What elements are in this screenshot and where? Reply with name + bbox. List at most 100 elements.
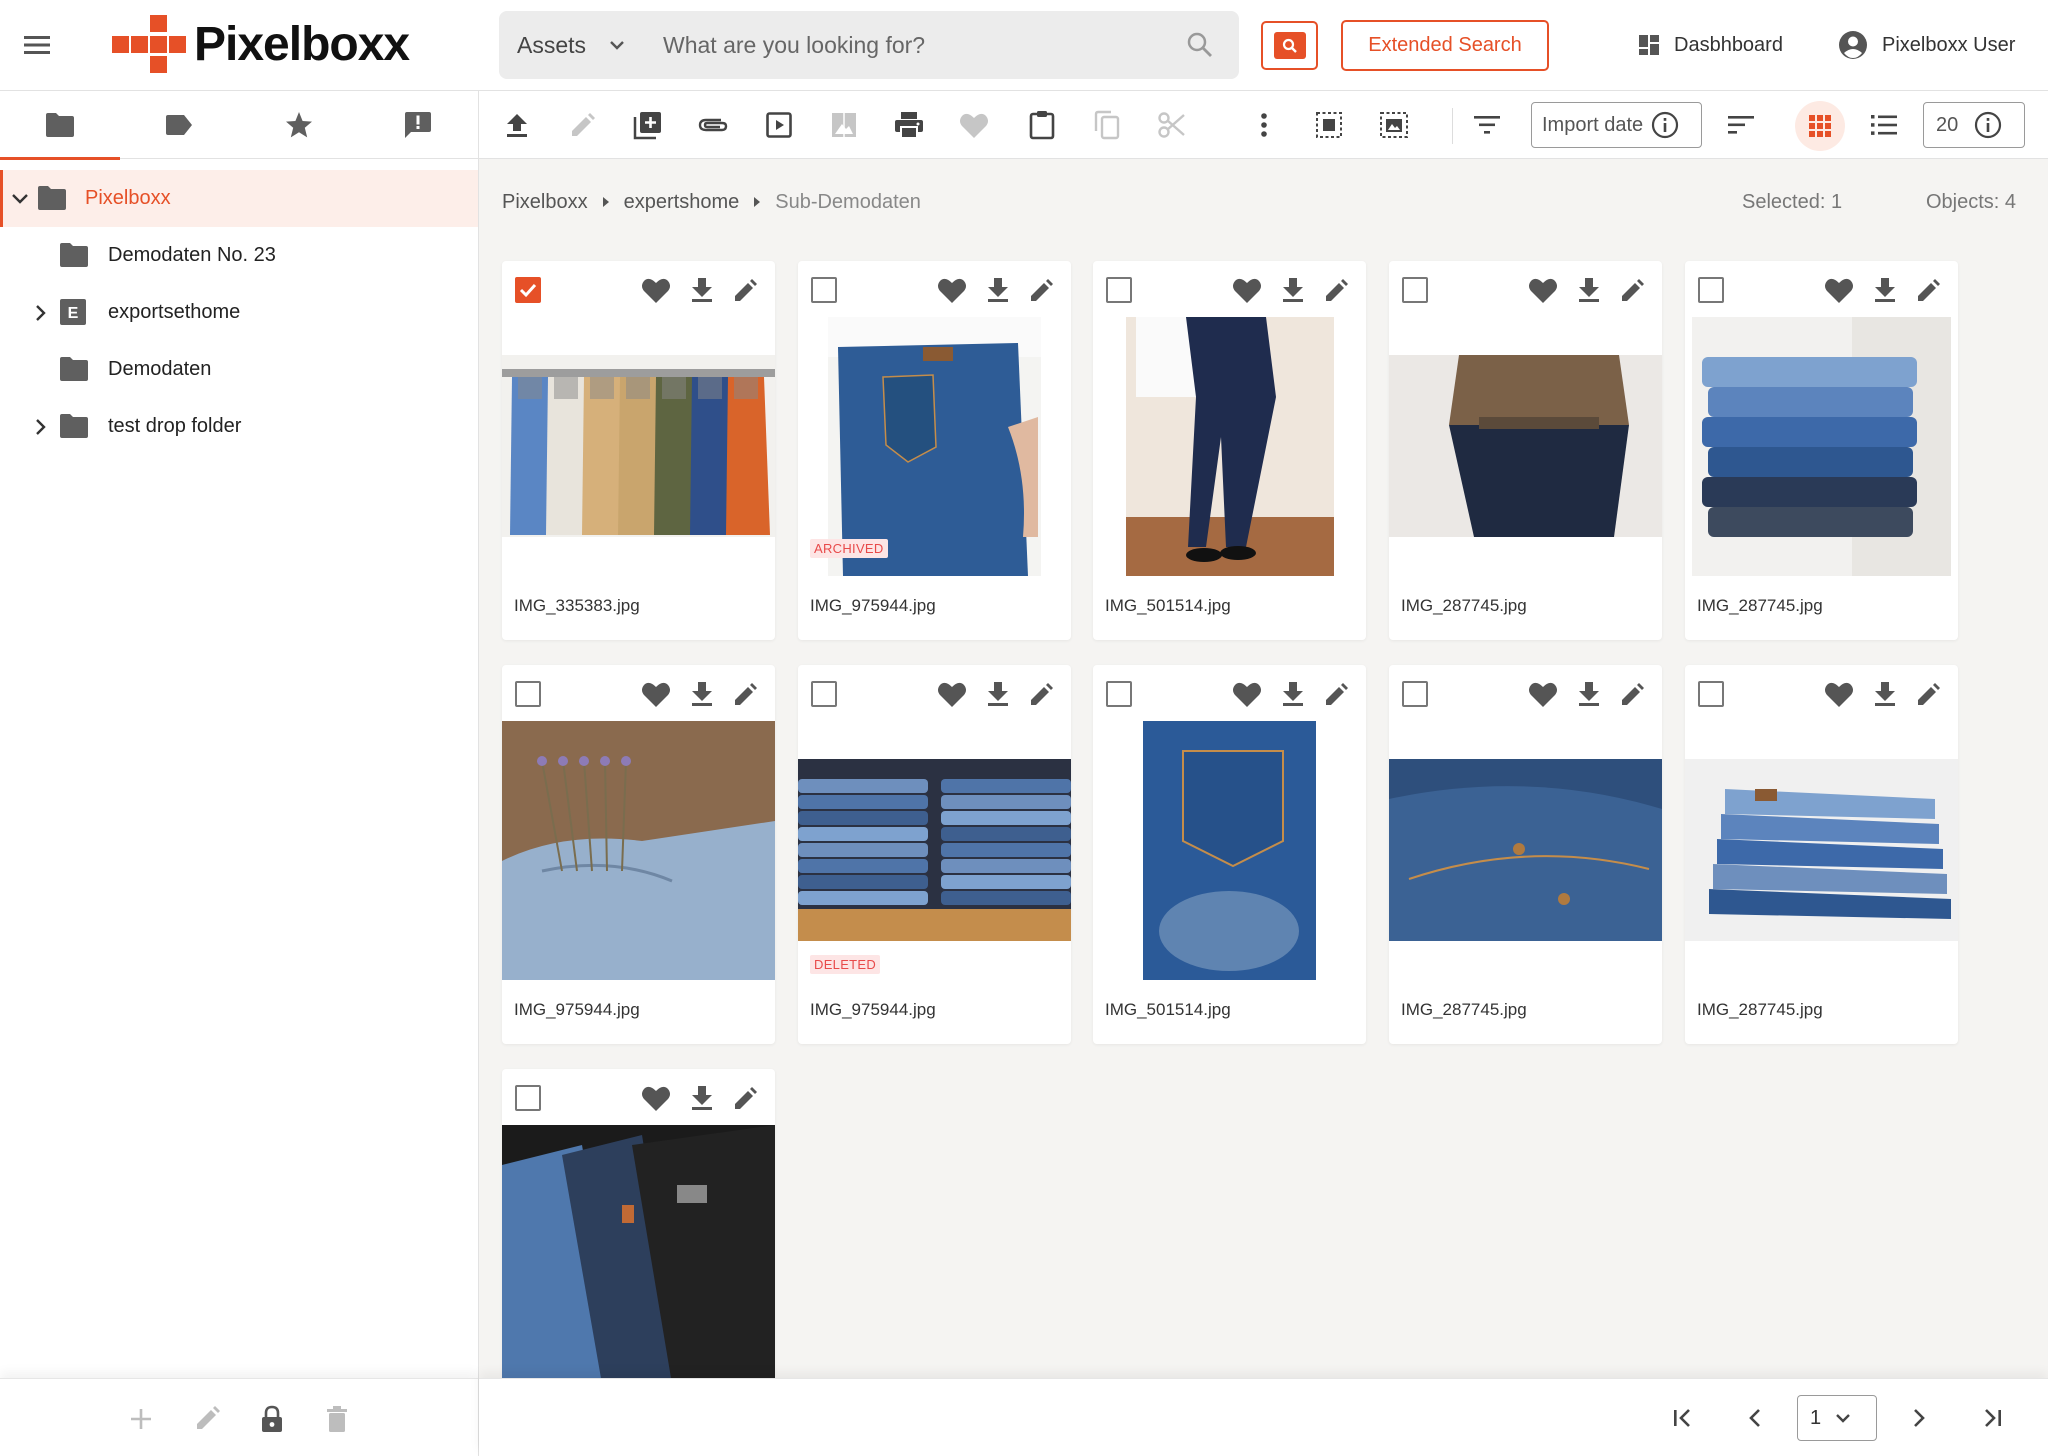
favorite-icon[interactable] xyxy=(937,679,967,709)
clipboard-icon[interactable] xyxy=(1025,108,1059,142)
edit-icon[interactable] xyxy=(566,108,600,142)
grid-view-toggle[interactable] xyxy=(1795,101,1845,151)
favorite-icon[interactable] xyxy=(641,275,671,305)
asset-checkbox[interactable] xyxy=(1698,681,1724,707)
delete-icon[interactable] xyxy=(322,1404,352,1434)
tree-item-pixelboxx[interactable]: Pixelboxx xyxy=(0,170,478,227)
favorite-icon[interactable] xyxy=(1824,275,1854,305)
asset-checkbox[interactable] xyxy=(515,681,541,707)
asset-card[interactable]: IMG_501514.jpg xyxy=(1093,261,1366,640)
tree-item-test-drop-folder[interactable]: test drop folder xyxy=(0,398,478,455)
page-select[interactable]: 1 xyxy=(1797,1395,1877,1441)
asset-thumbnail[interactable] xyxy=(1389,759,1662,941)
tab-tags[interactable] xyxy=(120,91,240,159)
asset-checkbox[interactable] xyxy=(1106,681,1132,707)
asset-card[interactable]: ARCHIVED IMG_975944.jpg xyxy=(798,261,1071,640)
list-view-icon[interactable] xyxy=(1867,108,1901,142)
tab-folders[interactable] xyxy=(0,91,120,160)
asset-thumbnail[interactable] xyxy=(502,721,775,980)
user-menu[interactable]: Pixelboxx User xyxy=(1838,28,2015,62)
chevron-down-icon[interactable] xyxy=(8,187,32,211)
favorite-icon[interactable] xyxy=(1528,275,1558,305)
asset-thumbnail[interactable] xyxy=(828,317,1041,576)
asset-card[interactable]: IMG_501514.jpg xyxy=(1093,665,1366,1044)
asset-checkbox[interactable] xyxy=(515,277,541,303)
chevron-right-icon[interactable] xyxy=(28,415,52,439)
search-icon[interactable] xyxy=(1185,30,1215,60)
attachment-icon[interactable] xyxy=(696,108,730,142)
chevron-right-icon[interactable] xyxy=(28,301,52,325)
info-icon[interactable] xyxy=(1651,111,1679,139)
breadcrumb-item[interactable]: expertshome xyxy=(624,191,740,214)
asset-card[interactable]: IMG_335383.jpg xyxy=(502,261,775,640)
edit-icon[interactable] xyxy=(1027,275,1057,305)
favorite-icon[interactable] xyxy=(1528,679,1558,709)
download-icon[interactable] xyxy=(1574,679,1604,709)
edit-icon[interactable] xyxy=(1322,679,1352,709)
asset-checkbox[interactable] xyxy=(1698,277,1724,303)
edit-icon[interactable] xyxy=(1618,679,1648,709)
menu-icon[interactable] xyxy=(22,30,52,60)
sort-select[interactable]: Import date xyxy=(1531,102,1702,148)
asset-checkbox[interactable] xyxy=(811,277,837,303)
select-all-icon[interactable] xyxy=(1312,108,1346,142)
first-page-icon[interactable] xyxy=(1667,1402,1699,1434)
dashboard-link[interactable]: Dasbhboard xyxy=(1638,28,1783,62)
next-page-icon[interactable] xyxy=(1903,1402,1935,1434)
filter-icon[interactable] xyxy=(1470,108,1504,142)
add-to-collection-icon[interactable] xyxy=(631,108,665,142)
asset-thumbnail[interactable] xyxy=(502,355,775,537)
favorite-icon[interactable] xyxy=(957,108,991,142)
download-icon[interactable] xyxy=(687,679,717,709)
download-icon[interactable] xyxy=(983,275,1013,305)
favorite-icon[interactable] xyxy=(641,1083,671,1113)
download-icon[interactable] xyxy=(687,275,717,305)
slideshow-icon[interactable] xyxy=(762,108,796,142)
asset-checkbox[interactable] xyxy=(1106,277,1132,303)
asset-card[interactable]: IMG_975944.jpg xyxy=(502,665,775,1044)
asset-checkbox[interactable] xyxy=(1402,277,1428,303)
asset-thumbnail[interactable] xyxy=(1692,317,1951,576)
asset-thumbnail[interactable] xyxy=(1389,355,1662,537)
edit-icon[interactable] xyxy=(1914,275,1944,305)
lock-icon[interactable] xyxy=(257,1404,287,1434)
tree-item-demodaten-no-23[interactable]: Demodaten No. 23 xyxy=(0,227,478,284)
asset-checkbox[interactable] xyxy=(1402,681,1428,707)
search-input[interactable] xyxy=(647,11,1185,79)
asset-card[interactable]: IMG_287745.jpg xyxy=(1685,665,1958,1044)
download-icon[interactable] xyxy=(1870,275,1900,305)
quick-search-button[interactable] xyxy=(1261,21,1318,70)
last-page-icon[interactable] xyxy=(1976,1402,2008,1434)
breadcrumb-item[interactable]: Pixelboxx xyxy=(502,191,588,214)
edit-icon[interactable] xyxy=(192,1404,222,1434)
asset-thumbnail[interactable] xyxy=(798,759,1071,941)
sort-direction-icon[interactable] xyxy=(1724,108,1758,142)
download-icon[interactable] xyxy=(1574,275,1604,305)
download-icon[interactable] xyxy=(1278,679,1308,709)
copy-icon[interactable] xyxy=(1090,108,1124,142)
upload-icon[interactable] xyxy=(500,108,534,142)
edit-icon[interactable] xyxy=(731,1083,761,1113)
asset-checkbox[interactable] xyxy=(515,1085,541,1111)
tree-item-exportsethome[interactable]: E exportsethome xyxy=(0,284,478,341)
previous-page-icon[interactable] xyxy=(1739,1402,1771,1434)
edit-icon[interactable] xyxy=(1027,679,1057,709)
asset-card[interactable]: IMG_287745.jpg xyxy=(1389,665,1662,1044)
favorite-icon[interactable] xyxy=(641,679,671,709)
favorite-icon[interactable] xyxy=(1824,679,1854,709)
tab-favorites[interactable] xyxy=(239,91,359,159)
add-icon[interactable] xyxy=(126,1404,156,1434)
edit-icon[interactable] xyxy=(1322,275,1352,305)
asset-card[interactable]: IMG_287745.jpg xyxy=(1389,261,1662,640)
download-icon[interactable] xyxy=(1278,275,1308,305)
favorite-icon[interactable] xyxy=(1232,275,1262,305)
edit-icon[interactable] xyxy=(731,679,761,709)
tab-notifications[interactable] xyxy=(359,91,479,159)
edit-icon[interactable] xyxy=(731,275,761,305)
asset-thumbnail[interactable] xyxy=(1685,759,1958,941)
search-scope-select[interactable]: Assets xyxy=(499,11,647,79)
pixelboxx-logo[interactable]: Pixelboxx xyxy=(112,15,410,73)
favorite-icon[interactable] xyxy=(937,275,967,305)
asset-thumbnail[interactable] xyxy=(1143,721,1316,980)
image-compare-icon[interactable] xyxy=(827,108,861,142)
